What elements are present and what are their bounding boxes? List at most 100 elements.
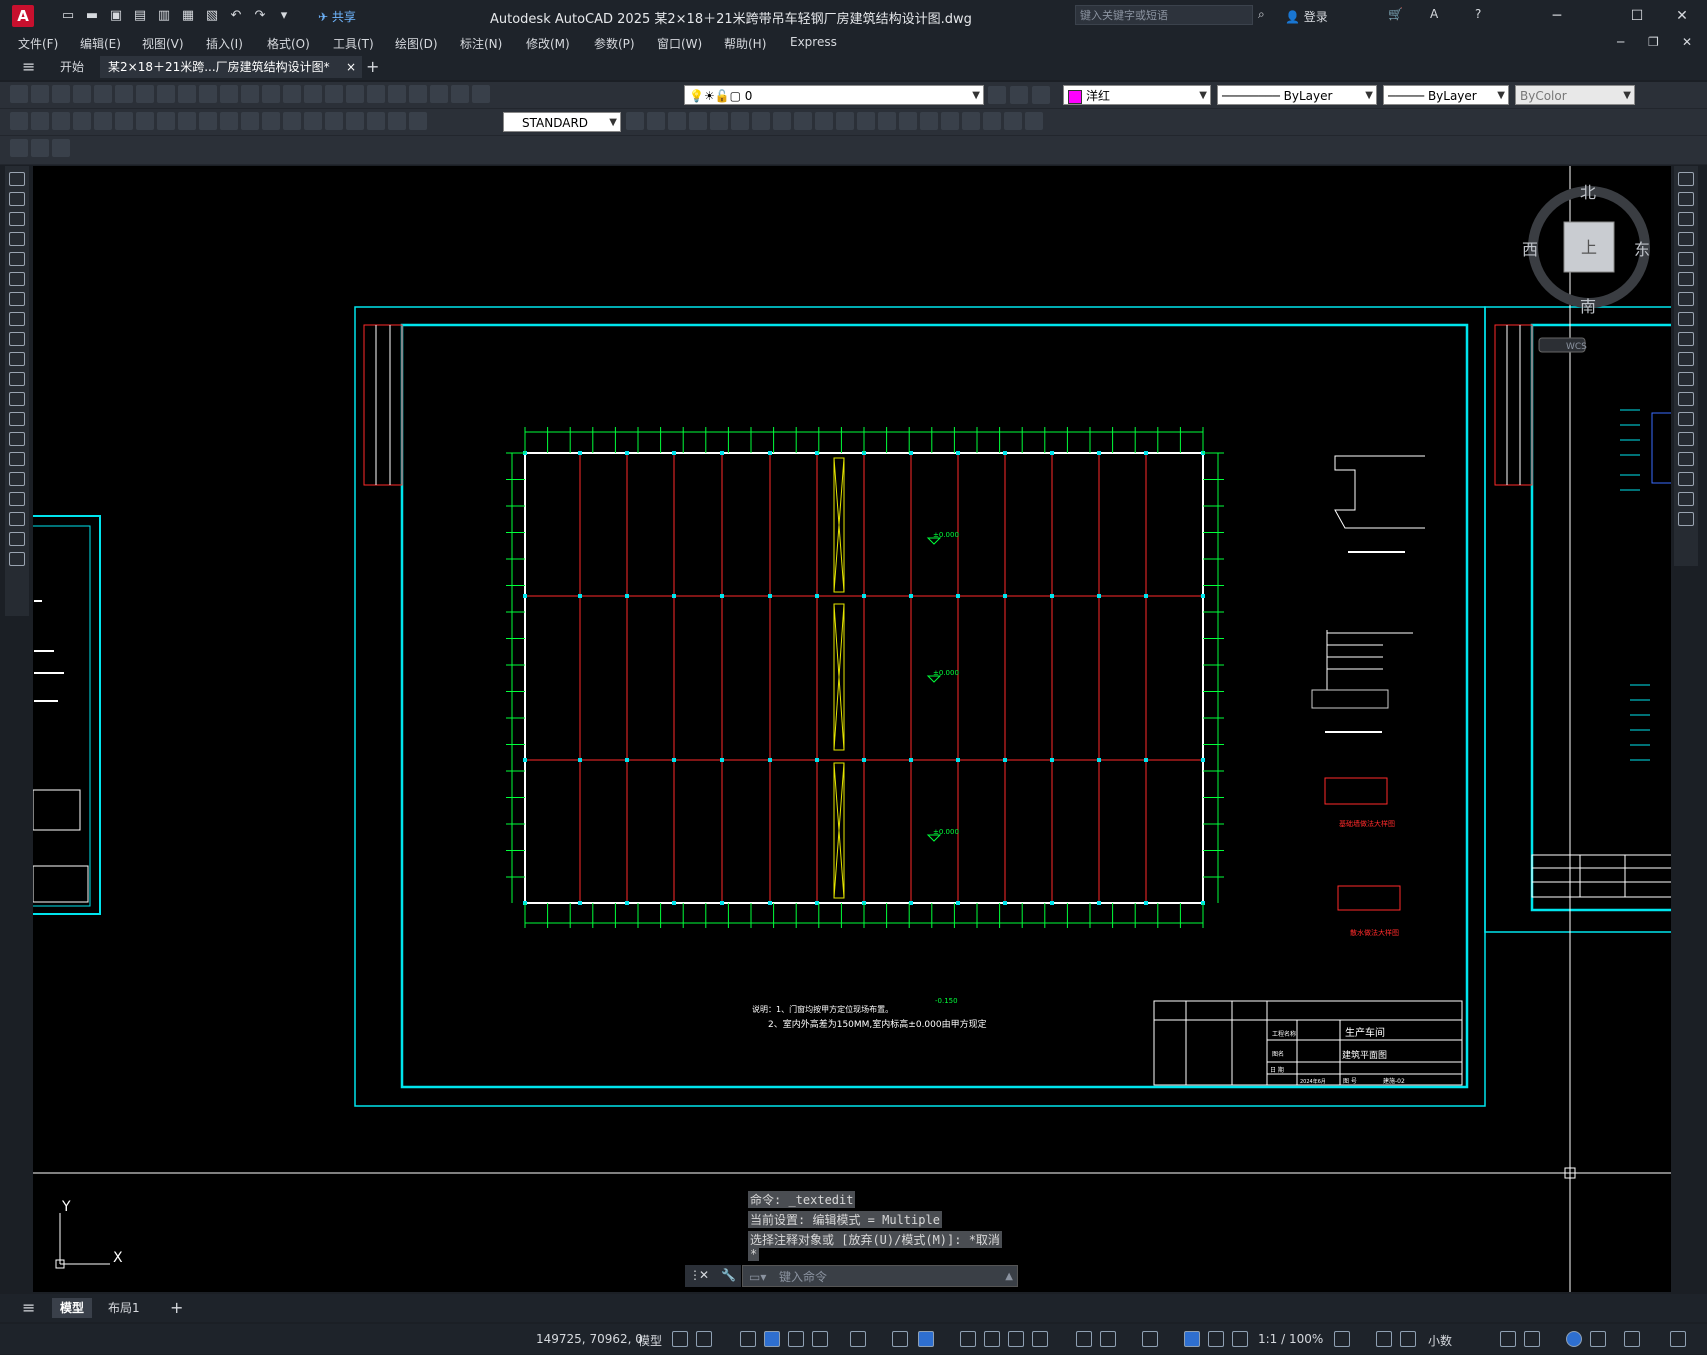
annotation-monitor-icon[interactable] xyxy=(1376,1331,1392,1347)
revision-cloud-icon[interactable] xyxy=(9,312,25,326)
tab-start[interactable]: 开始 xyxy=(52,56,92,78)
view-right-icon[interactable] xyxy=(710,112,728,130)
layer-properties-icon[interactable] xyxy=(472,85,490,103)
export-icon[interactable]: ▦ xyxy=(178,6,198,26)
cart-icon[interactable]: 🛒 xyxy=(1388,7,1403,21)
view-bottom-icon[interactable] xyxy=(752,112,770,130)
text-edit-icon[interactable] xyxy=(31,139,49,157)
publish-icon[interactable]: ▥ xyxy=(154,6,174,26)
copy-icon[interactable] xyxy=(157,85,175,103)
command-prompt-icon[interactable]: ▭▾ xyxy=(749,1266,766,1288)
break-point-icon[interactable] xyxy=(1678,392,1694,406)
menu-express[interactable]: Express xyxy=(790,35,837,49)
center-mark-icon[interactable] xyxy=(304,112,322,130)
mirror-icon[interactable] xyxy=(1678,212,1694,226)
ortho-icon[interactable] xyxy=(788,1331,804,1347)
multiline-text-icon[interactable] xyxy=(9,532,25,546)
insert-block-icon[interactable] xyxy=(9,392,25,406)
object-snap-icon[interactable] xyxy=(918,1331,934,1347)
selection-filter-icon[interactable] xyxy=(1100,1331,1116,1347)
model-space-button[interactable]: 模型 xyxy=(638,1332,662,1349)
chamfer-icon[interactable] xyxy=(1678,452,1694,466)
minimize-button[interactable]: ─ xyxy=(1537,4,1577,28)
layout-menu-icon[interactable]: ≡ xyxy=(14,1298,43,1318)
table-icon[interactable] xyxy=(9,512,25,526)
polygon-icon[interactable] xyxy=(9,232,25,246)
login-button[interactable]: 👤 登录 xyxy=(1285,8,1328,25)
trim-icon[interactable] xyxy=(1678,352,1694,366)
workspace-gear-icon[interactable] xyxy=(1334,1331,1350,1347)
dim-style-combo[interactable]: STANDARD ▼ xyxy=(503,112,621,132)
auto-scale-icon[interactable] xyxy=(1208,1331,1224,1347)
arc-icon[interactable] xyxy=(9,272,25,286)
hatch-icon[interactable] xyxy=(9,452,25,466)
open-file-icon[interactable]: ▬ xyxy=(82,6,102,26)
doc-minimize-button[interactable]: ─ xyxy=(1617,35,1624,49)
clean-screen-icon[interactable] xyxy=(1624,1331,1640,1347)
add-selected-icon[interactable] xyxy=(9,552,25,566)
explode-icon[interactable] xyxy=(1678,512,1694,526)
doc-restore-button[interactable]: ❐ xyxy=(1648,35,1659,49)
search-input[interactable]: 键入关键字或短语 xyxy=(1075,5,1253,25)
zoom-realtime-icon[interactable] xyxy=(283,85,301,103)
new-file-icon[interactable]: ▭ xyxy=(58,6,78,26)
viewcube-top-face[interactable]: 上 xyxy=(1581,238,1597,257)
zoom-window-icon[interactable] xyxy=(304,85,322,103)
layer-combo[interactable]: 💡☀🔓▢ 0 ▼ xyxy=(684,85,984,105)
qat-dropdown-icon[interactable]: ▾ xyxy=(274,6,294,26)
view-top-icon[interactable] xyxy=(731,112,749,130)
construction-line-icon[interactable] xyxy=(9,192,25,206)
menu-view[interactable]: 视图(V) xyxy=(142,35,184,52)
spline-icon[interactable] xyxy=(9,332,25,346)
rotate-icon[interactable] xyxy=(1678,292,1694,306)
menu-parametric[interactable]: 参数(P) xyxy=(594,35,635,52)
erase-icon[interactable] xyxy=(1678,172,1694,186)
plotstyle-combo[interactable]: ByColor ▼ xyxy=(1515,85,1635,105)
dim-text-edit-icon[interactable] xyxy=(388,112,406,130)
qnew-icon[interactable] xyxy=(10,85,28,103)
ucs-previous-icon[interactable] xyxy=(983,112,1001,130)
viewcube-south[interactable]: 南 xyxy=(1580,297,1596,316)
menu-modify[interactable]: 修改(M) xyxy=(526,35,570,52)
jogged-linear-icon[interactable] xyxy=(346,112,364,130)
iso-se-icon[interactable] xyxy=(794,112,812,130)
ordinate-icon[interactable] xyxy=(73,112,91,130)
annotation-visibility-icon[interactable] xyxy=(1184,1331,1200,1347)
sheet-set-icon[interactable] xyxy=(409,85,427,103)
polyline-icon[interactable] xyxy=(9,212,25,226)
autodesk-app-icon[interactable]: A xyxy=(1430,7,1438,21)
color-combo[interactable]: 洋红 ▼ xyxy=(1063,85,1211,105)
visual-style-icon[interactable] xyxy=(878,112,896,130)
redo-icon[interactable]: ↷ xyxy=(250,6,270,26)
preview-icon[interactable] xyxy=(94,85,112,103)
viewcube-west[interactable]: 西 xyxy=(1522,240,1538,259)
viewcube-north[interactable]: 北 xyxy=(1580,183,1596,202)
iso-sw-icon[interactable] xyxy=(773,112,791,130)
continue-icon[interactable] xyxy=(220,112,238,130)
chevron-up-icon[interactable]: ▲ xyxy=(1005,1266,1013,1288)
make-current-icon[interactable] xyxy=(988,86,1006,104)
maximize-button[interactable]: ☐ xyxy=(1617,4,1657,28)
ucs-world-icon[interactable] xyxy=(962,112,980,130)
lineweight-display-icon[interactable] xyxy=(960,1331,976,1347)
layer-previous-icon[interactable] xyxy=(1010,86,1028,104)
mtext-icon[interactable] xyxy=(10,139,28,157)
blend-icon[interactable] xyxy=(1678,492,1694,506)
dim-space-icon[interactable] xyxy=(241,112,259,130)
command-input[interactable]: ▭▾ 键入命令 ▲ xyxy=(742,1265,1018,1287)
dim-style-icon[interactable] xyxy=(626,112,644,130)
customize-wrench-icon[interactable]: 🔧 xyxy=(721,1268,736,1282)
design-center-icon[interactable] xyxy=(367,85,385,103)
baseline-icon[interactable] xyxy=(199,112,217,130)
drawing-canvas[interactable]: ±0.000 ±0.000 ±0.000 -0.150 基础墙做法大样图 散水做… xyxy=(33,166,1671,1292)
ellipse-icon[interactable] xyxy=(9,352,25,366)
new-tab-icon[interactable]: + xyxy=(358,56,387,78)
customization-icon[interactable] xyxy=(1670,1331,1686,1347)
ucs-face-icon[interactable] xyxy=(1004,112,1022,130)
viewcube-east[interactable]: 东 xyxy=(1634,240,1650,259)
inspect-icon[interactable] xyxy=(325,112,343,130)
paste-icon[interactable] xyxy=(178,85,196,103)
arc-length-icon[interactable] xyxy=(52,112,70,130)
tolerance-icon[interactable] xyxy=(283,112,301,130)
open-icon[interactable] xyxy=(31,85,49,103)
